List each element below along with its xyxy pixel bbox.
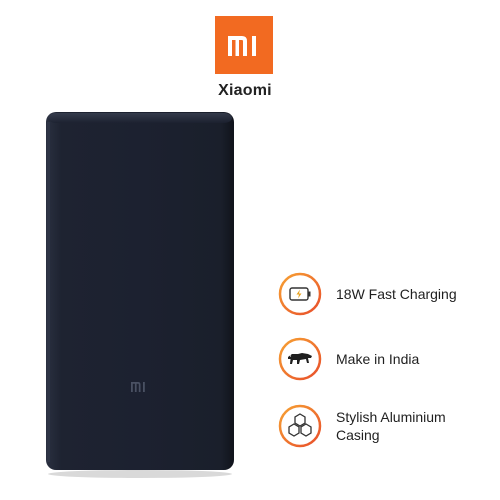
feature-label: Make in India xyxy=(336,351,420,367)
feature-label-line-1: Stylish Aluminium xyxy=(336,409,446,425)
xiaomi-logo xyxy=(215,16,273,74)
mi-logo-icon xyxy=(228,36,256,56)
feature-fast-charging: 18W Fast Charging xyxy=(278,270,488,318)
battery-charging-icon xyxy=(278,272,322,316)
hexagon-cluster-icon xyxy=(278,404,322,448)
make-in-india-lion-icon xyxy=(278,337,322,381)
feature-label: 18W Fast Charging xyxy=(336,286,457,302)
power-bank-image xyxy=(40,108,240,480)
feature-label: Stylish Aluminium Casing xyxy=(336,408,446,444)
product-page: Xiaomi 18W Fast Charging Make in India S… xyxy=(0,0,500,500)
power-bank-body xyxy=(46,112,234,470)
feature-label-line-2: Casing xyxy=(336,427,380,443)
feature-make-in-india: Make in India xyxy=(278,335,488,383)
feature-aluminium-casing: Stylish Aluminium Casing xyxy=(278,402,488,450)
brand-name: Xiaomi xyxy=(218,82,272,99)
